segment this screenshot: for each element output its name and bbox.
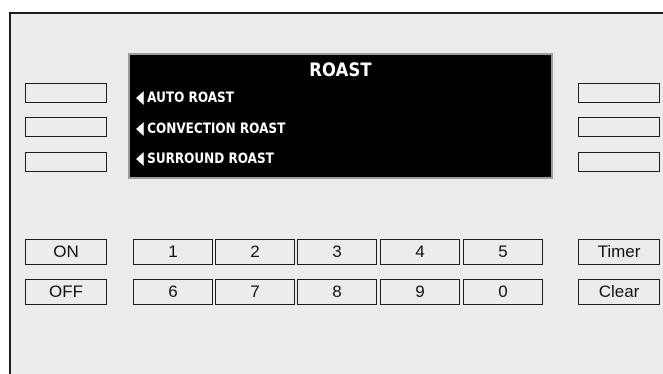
menu-item-convection-roast[interactable]: CONVECTION ROAST [136, 119, 285, 139]
display-screen: ROAST AUTO ROAST CONVECTION ROAST SURROU… [128, 53, 553, 179]
menu-item-label: AUTO ROAST [147, 90, 234, 106]
number-key-6[interactable]: 6 [133, 279, 213, 305]
soft-key-right-1[interactable] [578, 83, 660, 103]
soft-key-right-2[interactable] [578, 117, 660, 137]
clear-button[interactable]: Clear [578, 279, 660, 305]
display-title: ROAST [309, 59, 372, 81]
off-button[interactable]: OFF [25, 279, 107, 305]
left-arrow-icon [136, 152, 144, 166]
number-key-5[interactable]: 5 [463, 239, 543, 265]
soft-key-left-1[interactable] [25, 83, 107, 103]
number-key-8[interactable]: 8 [297, 279, 377, 305]
left-arrow-icon [136, 91, 144, 105]
menu-item-label: CONVECTION ROAST [147, 121, 286, 137]
on-button[interactable]: ON [25, 239, 107, 265]
number-key-4[interactable]: 4 [380, 239, 460, 265]
menu-item-surround-roast[interactable]: SURROUND ROAST [136, 149, 274, 169]
menu-item-label: SURROUND ROAST [147, 151, 274, 167]
number-key-1[interactable]: 1 [133, 239, 213, 265]
number-key-3[interactable]: 3 [297, 239, 377, 265]
left-arrow-icon [136, 122, 144, 136]
number-key-7[interactable]: 7 [215, 279, 295, 305]
number-key-9[interactable]: 9 [380, 279, 460, 305]
soft-key-left-2[interactable] [25, 117, 107, 137]
number-key-0[interactable]: 0 [463, 279, 543, 305]
menu-item-auto-roast[interactable]: AUTO ROAST [136, 88, 234, 108]
soft-key-left-3[interactable] [25, 152, 107, 172]
timer-button[interactable]: Timer [578, 239, 660, 265]
soft-key-right-3[interactable] [578, 152, 660, 172]
number-key-2[interactable]: 2 [215, 239, 295, 265]
